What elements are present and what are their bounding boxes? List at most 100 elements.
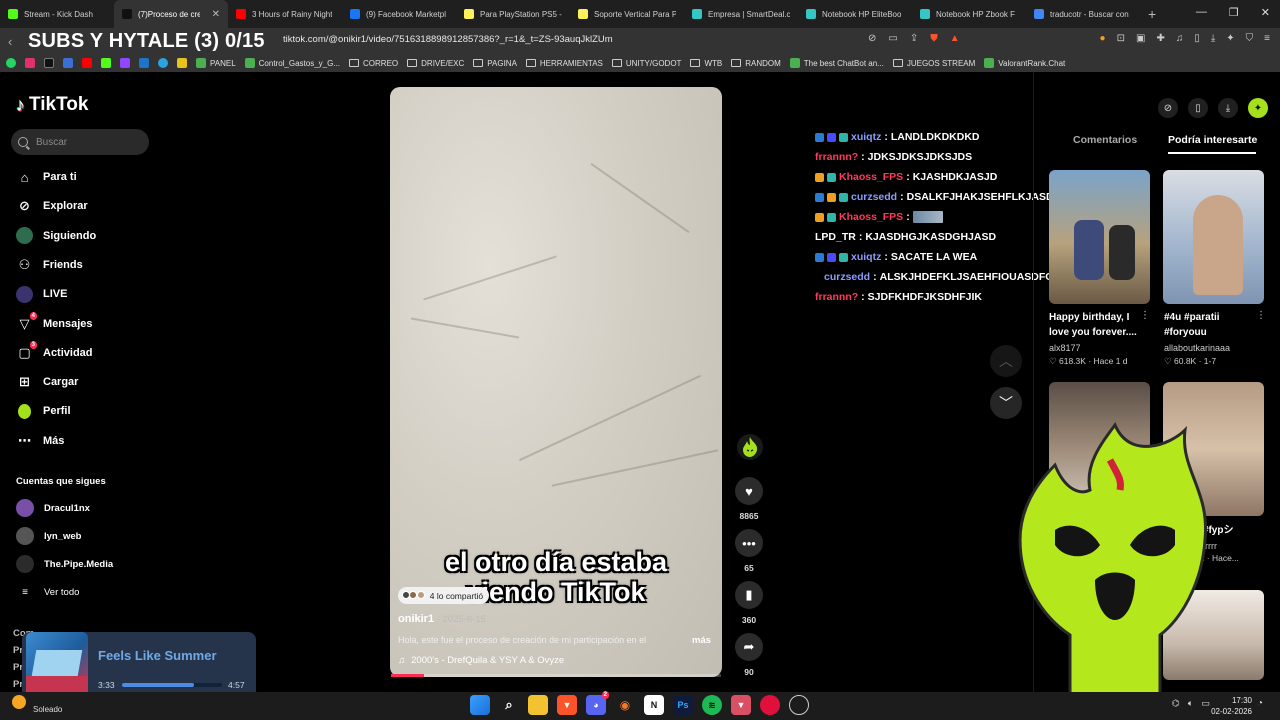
browser-tab[interactable]: Notebook HP EliteBoo bbox=[798, 0, 912, 28]
browser-tab[interactable]: Para PlayStation PS5 - bbox=[456, 0, 570, 28]
video-music[interactable]: ♫ 2000's - DrefQuila & YSY A & Ovyze bbox=[398, 655, 564, 666]
sidebar-item-cargar[interactable]: ⊞ Cargar bbox=[16, 370, 78, 394]
instagram-icon[interactable] bbox=[25, 58, 35, 68]
sidebar-icon[interactable]: ▯ bbox=[1194, 33, 1200, 44]
puzzle-icon[interactable]: ✚ bbox=[1156, 33, 1164, 44]
browser-tab[interactable]: (7)Proceso de crea ✕ bbox=[114, 0, 228, 28]
close-tab-icon[interactable]: ✕ bbox=[212, 9, 220, 20]
bookmark-folder[interactable]: WTB bbox=[690, 59, 722, 68]
bookmark-folder[interactable]: JUEGOS STREAM bbox=[892, 59, 975, 68]
telegram-icon[interactable] bbox=[158, 58, 168, 68]
browser-tab[interactable]: Stream - Kick Dash bbox=[0, 0, 114, 28]
twitch-icon[interactable] bbox=[120, 58, 130, 68]
see-all-button[interactable]: ≡ Ver todo bbox=[16, 582, 79, 602]
url-field[interactable]: tiktok.com/@onikir1/video/75163188989128… bbox=[283, 34, 613, 45]
brave-shield-icon[interactable]: ⛊ bbox=[930, 33, 938, 44]
bookmark-folder[interactable]: RANDOM bbox=[731, 59, 781, 68]
youtube-icon[interactable] bbox=[82, 58, 92, 68]
app-icon[interactable] bbox=[760, 695, 780, 715]
card-title[interactable]: Happy birthday, I love you forever.... bbox=[1049, 310, 1144, 340]
bookmark-folder[interactable]: HERRAMIENTAS bbox=[525, 59, 603, 68]
search-box[interactable] bbox=[11, 129, 149, 155]
tab-suggested[interactable]: Podría interesarte bbox=[1168, 134, 1257, 146]
tiktok-logo[interactable]: ♪ TikTok bbox=[16, 94, 88, 116]
bookmark-folder[interactable]: DRIVE/EXC bbox=[407, 59, 464, 68]
maximize-icon[interactable]: ❐ bbox=[1229, 6, 1239, 19]
windows-start-icon[interactable] bbox=[470, 695, 490, 715]
wallet-icon[interactable]: ⛉ bbox=[1246, 33, 1254, 44]
sidebar-item-mensajes[interactable]: ▽ 4 Mensajes bbox=[16, 312, 93, 336]
suggested-video-thumb[interactable] bbox=[1049, 170, 1150, 304]
brave-browser-icon[interactable]: ▼ bbox=[557, 695, 577, 715]
bookmark-icon[interactable] bbox=[63, 58, 73, 68]
notification-icon[interactable]: ◔ bbox=[1257, 698, 1263, 709]
new-tab-button[interactable]: + bbox=[1140, 6, 1164, 22]
photoshop-icon[interactable]: Ps bbox=[673, 695, 693, 715]
sidebar-item-friends[interactable]: ⚇ Friends bbox=[16, 253, 83, 277]
followed-account[interactable]: Dracul1nx bbox=[16, 498, 90, 518]
extension-icon[interactable]: ▣ bbox=[1136, 33, 1145, 44]
bookmark-folder[interactable]: CORREO bbox=[349, 59, 398, 68]
share-icon[interactable]: ⇪ bbox=[910, 33, 918, 44]
bookmark-item[interactable]: The best ChatBot an... bbox=[789, 58, 884, 68]
blender-icon[interactable]: ◉ bbox=[615, 695, 635, 715]
extension-icon[interactable]: ● bbox=[1100, 33, 1106, 44]
minimize-icon[interactable]: — bbox=[1196, 6, 1207, 19]
creator-avatar[interactable] bbox=[737, 434, 763, 460]
sidebar-item-live[interactable]: LIVE bbox=[16, 282, 67, 306]
tab-comments[interactable]: Comentarios bbox=[1073, 134, 1137, 146]
file-explorer-icon[interactable] bbox=[528, 695, 548, 715]
browser-tab[interactable]: (9) Facebook Marketpl bbox=[342, 0, 456, 28]
search-input[interactable] bbox=[36, 136, 136, 148]
shared-by-badge[interactable]: 4 lo compartió bbox=[398, 587, 490, 604]
rewards-icon[interactable]: ▲ bbox=[950, 33, 960, 44]
spotify-icon[interactable]: ≋ bbox=[702, 695, 722, 715]
obs-icon[interactable] bbox=[789, 695, 809, 715]
card-more-icon[interactable]: ⋮ bbox=[1140, 310, 1150, 321]
brave-alt-icon[interactable]: ▼ bbox=[731, 695, 751, 715]
bookmark-icon[interactable] bbox=[177, 58, 187, 68]
download-icon[interactable]: ⤓ bbox=[1211, 33, 1215, 44]
followed-account[interactable]: lyn_web bbox=[16, 526, 82, 546]
share-arrow-icon[interactable]: ➦ bbox=[735, 633, 763, 661]
card-title[interactable]: #4u #paratii #foryouu bbox=[1164, 310, 1259, 340]
notion-icon[interactable]: N bbox=[644, 695, 664, 715]
previous-video-button[interactable]: ︿ bbox=[990, 345, 1022, 377]
video-progress-bar[interactable] bbox=[391, 674, 721, 677]
sidebar-item-más[interactable]: ⋯ Más bbox=[16, 429, 64, 453]
network-icon[interactable]: ⌬ bbox=[1172, 698, 1180, 709]
browser-tab[interactable]: Empresa | SmartDeal.cl bbox=[684, 0, 798, 28]
browser-tab[interactable]: 3 Hours of Rainy Night bbox=[228, 0, 342, 28]
volume-icon[interactable]: 🔈︎ bbox=[1188, 698, 1193, 709]
back-icon[interactable]: ‹ bbox=[0, 34, 20, 49]
sidebar-item-actividad[interactable]: ▢ 3 Actividad bbox=[16, 341, 93, 365]
bookmark-item[interactable]: ValorantRank.Chat bbox=[984, 58, 1065, 68]
search-icon[interactable]: ⌕ bbox=[499, 695, 519, 715]
extension-icon[interactable]: ⊡ bbox=[1117, 33, 1125, 44]
cast-icon[interactable]: ▭ bbox=[888, 33, 897, 44]
system-clock[interactable]: 17:30 02-02-2026 bbox=[1208, 695, 1252, 717]
profile-flame-icon[interactable]: ✦ bbox=[1248, 98, 1268, 118]
card-more-icon[interactable]: ⋮ bbox=[1256, 310, 1266, 321]
paypal-icon[interactable] bbox=[139, 58, 149, 68]
next-video-button[interactable]: ﹀ bbox=[990, 387, 1022, 419]
followed-account[interactable]: The.Pipe.Media bbox=[16, 554, 113, 574]
sidebar-item-siguiendo[interactable]: Siguiendo bbox=[16, 224, 96, 248]
weather-widget[interactable] bbox=[12, 695, 26, 709]
suggested-video-thumb[interactable] bbox=[1163, 170, 1264, 304]
more-button[interactable]: más bbox=[692, 635, 711, 646]
ai-icon[interactable]: ✦ bbox=[1226, 33, 1234, 44]
browser-tab[interactable]: Notebook HP Zbook F bbox=[912, 0, 1026, 28]
music-icon[interactable]: ♫ bbox=[1176, 33, 1184, 44]
card-author[interactable]: alx8177 bbox=[1049, 343, 1081, 353]
bookmark-folder[interactable]: UNITY/GODOT bbox=[611, 59, 681, 68]
whatsapp-icon[interactable] bbox=[6, 58, 16, 68]
bookmark-item[interactable]: PANEL bbox=[196, 58, 236, 68]
kick-icon[interactable] bbox=[101, 58, 111, 68]
translate-icon[interactable]: ⊘ bbox=[868, 33, 876, 44]
close-icon[interactable]: ✕ bbox=[1261, 6, 1270, 19]
bookmark-icon[interactable]: ▮ bbox=[735, 581, 763, 609]
comment-icon[interactable]: ••• bbox=[735, 529, 763, 557]
bookmark-item[interactable]: Control_Gastos_y_G... bbox=[244, 58, 340, 68]
sidebar-item-para-ti[interactable]: ⌂ Para ti bbox=[16, 165, 77, 189]
